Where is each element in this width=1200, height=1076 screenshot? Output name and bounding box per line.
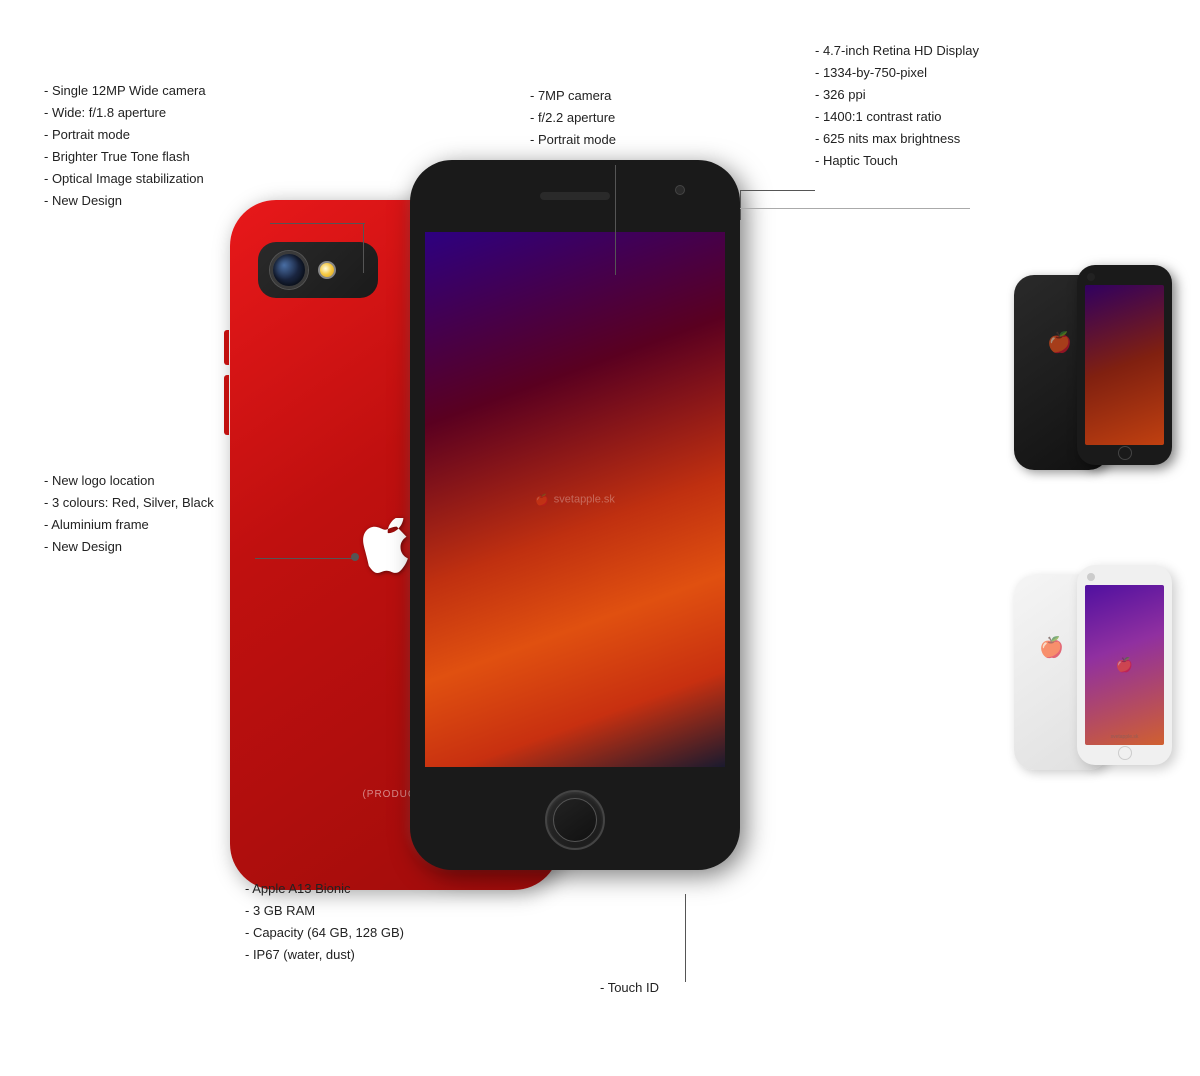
touch-id-line-v [685, 894, 686, 982]
back-camera-line-v [363, 223, 364, 273]
phone-front-body: 🍎 svetapple.sk [410, 160, 740, 870]
thumb-white-back-logo: 🍎 [1039, 635, 1064, 660]
thumb-front-white-body: 🍎 svetapple.sk [1077, 565, 1172, 765]
back-camera-line-h [270, 223, 365, 224]
display-divider [740, 208, 970, 209]
front-camera-dot [675, 185, 685, 195]
screen-watermark: 🍎 svetapple.sk [535, 493, 615, 506]
main-camera-lens [270, 251, 308, 289]
thumb-white-home [1118, 746, 1132, 760]
volume-button-1 [224, 330, 229, 365]
display-annotation: - 4.7-inch Retina HD Display - 1334-by-7… [815, 40, 979, 173]
home-button[interactable] [545, 790, 605, 850]
thumbnail-black-variant [1014, 265, 1172, 500]
thumbnail-white-variant: 🍎 svetapple.sk 🍎 [1014, 565, 1172, 800]
front-camera-line-v [615, 165, 616, 275]
thumb-black-home [1118, 446, 1132, 460]
display-line-h [740, 190, 815, 191]
logo-line-h [255, 558, 355, 559]
phone-container: (PRODUCT) 🍎 svetapple.sk [230, 160, 790, 980]
thumb-black-camera [1087, 273, 1095, 281]
logo-line-dot [351, 553, 359, 561]
thumb-white-camera [1087, 573, 1095, 581]
phone-screen: 🍎 svetapple.sk [425, 232, 725, 767]
volume-button-2 [224, 375, 229, 435]
thumb-black-screen [1085, 285, 1164, 445]
front-camera-annotation: - 7MP camera - f/2.2 aperture - Portrait… [530, 85, 616, 151]
display-line-v [740, 190, 741, 220]
back-camera-annotation: - Single 12MP Wide camera - Wide: f/1.8 … [44, 80, 206, 213]
camera-module [258, 242, 378, 298]
logo-annotation: - New logo location - 3 colours: Red, Si… [44, 470, 214, 558]
thumb-front-black-body [1077, 265, 1172, 465]
home-button-inner [553, 798, 597, 842]
true-tone-flash [318, 261, 336, 279]
thumb-white-logo: 🍎 [1116, 657, 1133, 674]
touch-id-annotation: - Touch ID [600, 978, 659, 999]
specs-annotation: - Apple A13 Bionic - 3 GB RAM - Capacity… [245, 878, 404, 966]
apple-icon-small: 🍎 [535, 493, 549, 506]
thumb-black-back-logo: 🍎 [1047, 330, 1072, 355]
speaker-grille [540, 192, 610, 200]
thumb-white-watermark: svetapple.sk [1111, 734, 1139, 740]
phone-front: 🍎 svetapple.sk [410, 160, 750, 880]
